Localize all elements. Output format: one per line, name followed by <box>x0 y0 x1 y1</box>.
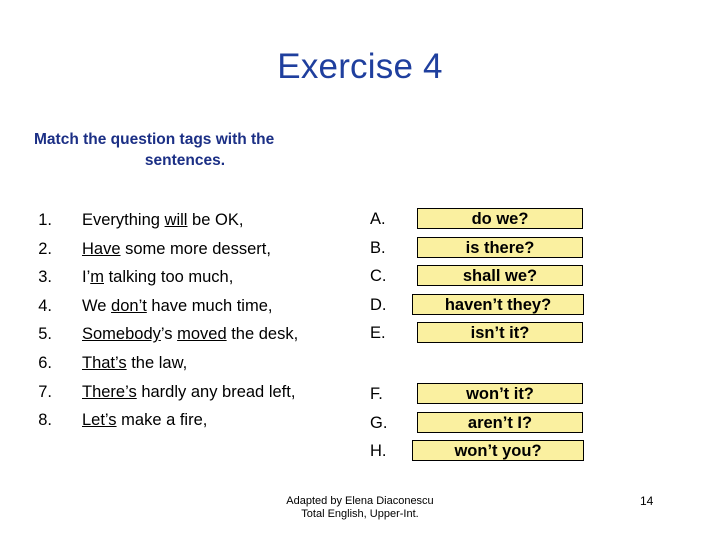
page-number: 14 <box>640 494 654 508</box>
question-number: 6. <box>38 353 52 372</box>
question-text-suffix: make a fire, <box>116 411 208 430</box>
instruction-text: Match the question tags with the sentenc… <box>34 129 336 171</box>
question-text: Have some more dessert, <box>82 235 271 264</box>
question-keyword: Let’s <box>82 411 117 430</box>
answer-tag-box[interactable]: is there? <box>417 236 583 258</box>
answer-tag-box[interactable]: aren’t I? <box>417 411 583 433</box>
question-keyword: There’s <box>82 382 137 401</box>
question-keyword: Somebody <box>82 325 161 344</box>
answer-row: F. won’t it? <box>368 381 598 410</box>
question-row: 8. Let’s make a fire, <box>30 406 370 435</box>
answer-row: A. do we? <box>368 206 598 235</box>
question-keyword: will <box>164 211 188 229</box>
answer-letter: H. <box>370 442 387 461</box>
answer-row: D. haven’t they? <box>368 292 598 321</box>
answer-group-spacer <box>368 349 598 381</box>
question-keyword: Have <box>82 239 121 258</box>
question-number: 1. <box>38 211 52 229</box>
answer-tag-box[interactable]: haven’t they? <box>412 293 584 315</box>
page-title: Exercise 4 <box>277 47 443 86</box>
question-text-suffix: the law, <box>126 353 188 372</box>
question-text-prefix: Everything <box>82 211 165 229</box>
question-text-suffix: hardly any bread left, <box>136 382 296 401</box>
question-text-suffix: the desk, <box>226 325 299 344</box>
question-text-suffix: some more dessert, <box>120 239 271 258</box>
question-number: 3. <box>38 268 52 287</box>
question-row: 1. Everything will be OK, <box>30 206 370 235</box>
question-text-suffix: be OK, <box>187 211 244 229</box>
question-text-suffix: talking too much, <box>104 268 234 287</box>
question-text: Everything will be OK, <box>82 206 243 235</box>
footer-line-1: Adapted by Elena Diaconescu <box>286 495 434 507</box>
answer-letter: F. <box>370 384 383 403</box>
instruction-line-1: Match the question tags with the <box>34 131 275 148</box>
question-number: 5. <box>38 325 52 344</box>
answer-row: G. aren’t I? <box>368 410 598 439</box>
question-list: 1. Everything will be OK, 2. Have some more… <box>30 206 370 435</box>
question-text: I’m talking too much, <box>82 263 233 292</box>
question-number: 4. <box>38 296 52 315</box>
question-text: There’s hardly any bread left, <box>82 378 295 407</box>
footer-line-2: Total English, Upper-Int. <box>301 508 419 520</box>
answer-letter: B. <box>370 238 386 257</box>
answer-letter: A. <box>370 210 386 228</box>
answer-tag-box[interactable]: won’t it? <box>417 382 583 404</box>
question-text-prefix: I’ <box>82 268 91 287</box>
answer-row: B. is there? <box>368 235 598 264</box>
question-keyword-secondary: moved <box>177 325 227 344</box>
slide-canvas: Exercise 4 Match the question tags with … <box>0 0 720 540</box>
answer-list: A. do we? B. is there? C. shall we? D. haven’t … <box>368 206 598 467</box>
answer-tag-box[interactable]: won’t you? <box>412 440 584 462</box>
question-text-suffix: have much time, <box>146 296 273 315</box>
question-number: 8. <box>38 411 52 430</box>
answer-tag-box[interactable]: do we? <box>417 208 583 229</box>
instruction-line-2: sentences. <box>144 152 226 169</box>
answer-row: H. won’t you? <box>368 438 598 467</box>
question-keyword: don’t <box>111 296 147 315</box>
answer-tag-box[interactable]: isn’t it? <box>417 322 583 344</box>
question-row: 5. Somebody’s moved the desk, <box>30 320 370 349</box>
answer-letter: D. <box>370 295 387 314</box>
answer-tag-box[interactable]: shall we? <box>417 265 583 287</box>
question-text: Let’s make a fire, <box>82 406 207 435</box>
footer-credit: Adapted by Elena Diaconescu Total Englis… <box>144 495 576 521</box>
answer-letter: G. <box>370 413 388 432</box>
question-number: 7. <box>38 382 52 401</box>
answer-row: E. isn’t it? <box>368 320 598 349</box>
question-text-middle: ’s <box>160 325 178 344</box>
answer-letter: C. <box>370 267 387 286</box>
question-keyword: That’s <box>82 353 127 372</box>
question-text-prefix: We <box>82 296 112 315</box>
answer-letter: E. <box>370 324 386 343</box>
answer-row: C. shall we? <box>368 263 598 292</box>
question-keyword: m <box>90 268 104 287</box>
question-text: That’s the law, <box>82 349 187 378</box>
question-row: 4. We don’t have much time, <box>30 292 370 321</box>
question-row: 3. I’m talking too much, <box>30 263 370 292</box>
question-text: Somebody’s moved the desk, <box>82 320 298 349</box>
question-text: We don’t have much time, <box>82 292 272 321</box>
question-row: 2. Have some more dessert, <box>30 235 370 264</box>
question-row: 7. There’s hardly any bread left, <box>30 378 370 407</box>
question-number: 2. <box>38 239 52 258</box>
question-row: 6. That’s the law, <box>30 349 370 378</box>
